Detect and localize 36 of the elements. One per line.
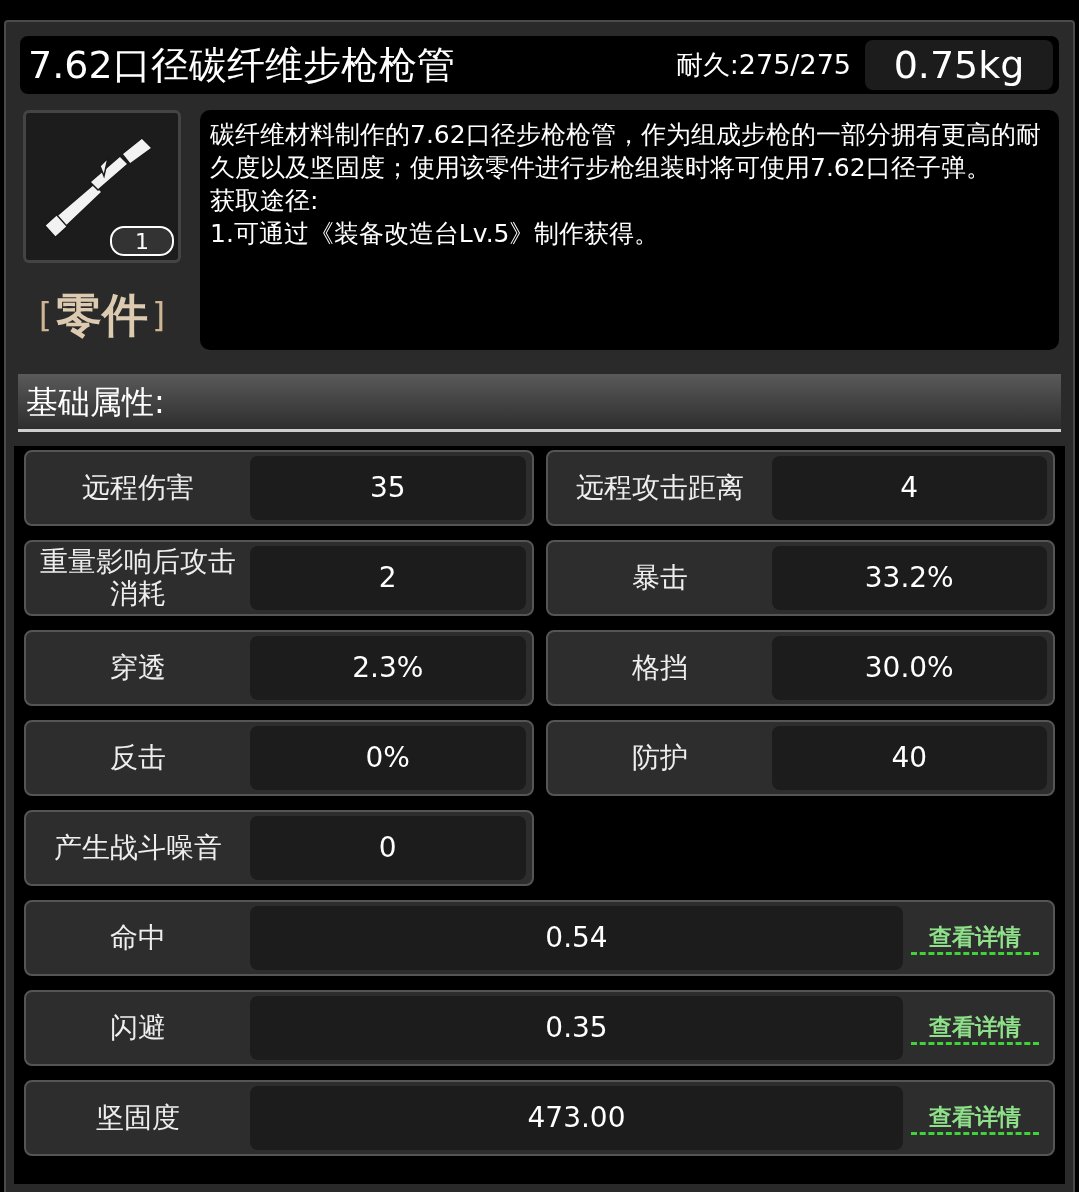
description-text: 1.可通过《装备改造台Lv.5》制作获得。	[210, 218, 661, 250]
stat-value: 0.54	[250, 906, 903, 970]
stat-label: 穿透	[109, 652, 167, 684]
stat-value: 0%	[250, 726, 526, 790]
durability-text: 耐久:275/275	[675, 47, 851, 82]
stat-value: 2	[250, 546, 526, 610]
description-text: 获取途径:	[210, 185, 320, 217]
stat-value: 2.3%	[250, 636, 526, 700]
stat-label: 重量影响后攻击消耗	[39, 546, 237, 610]
stat-value: 0.35	[250, 996, 903, 1060]
item-title: 7.62口径碳纤维步枪枪管	[28, 41, 456, 89]
stat-label: 暴击	[630, 562, 689, 594]
stat-label: 命中	[109, 922, 167, 954]
description-text: 碳纤维材料制作的7.62口径步枪枪管，作为组成步枪的一部分拥有更高的耐久度以及坚固度；使用该零件进行步枪组装时将可使用7.62口径子弹。	[210, 119, 1042, 184]
section-title: 基础属性:	[26, 381, 165, 423]
stat-label: 格挡	[630, 652, 689, 684]
weight-value: 0.75kg	[865, 40, 1053, 90]
stat-value: 473.00	[250, 1086, 903, 1150]
stat-value: 35	[250, 456, 526, 520]
details-link[interactable]: 查看详情	[911, 1011, 1039, 1045]
stat-label: 远程攻击距离	[574, 472, 745, 504]
stat-value: 33.2%	[771, 546, 1047, 610]
stat-value: 4	[771, 456, 1047, 520]
stat-label: 防护	[630, 742, 689, 774]
stat-value: 30.0%	[771, 636, 1047, 700]
category-label: [零件]	[38, 287, 166, 344]
stat-label: 坚固度	[95, 1102, 181, 1134]
count-badge: 1	[110, 226, 174, 256]
stat-label: 闪避	[109, 1012, 167, 1044]
stat-value: 0	[250, 816, 526, 880]
stat-label: 反击	[109, 742, 167, 774]
stat-label: 远程伤害	[81, 472, 195, 504]
details-link[interactable]: 查看详情	[911, 1101, 1039, 1135]
stat-label: 产生战斗噪音	[53, 832, 223, 864]
details-link[interactable]: 查看详情	[911, 921, 1039, 955]
stat-value: 40	[771, 726, 1047, 790]
